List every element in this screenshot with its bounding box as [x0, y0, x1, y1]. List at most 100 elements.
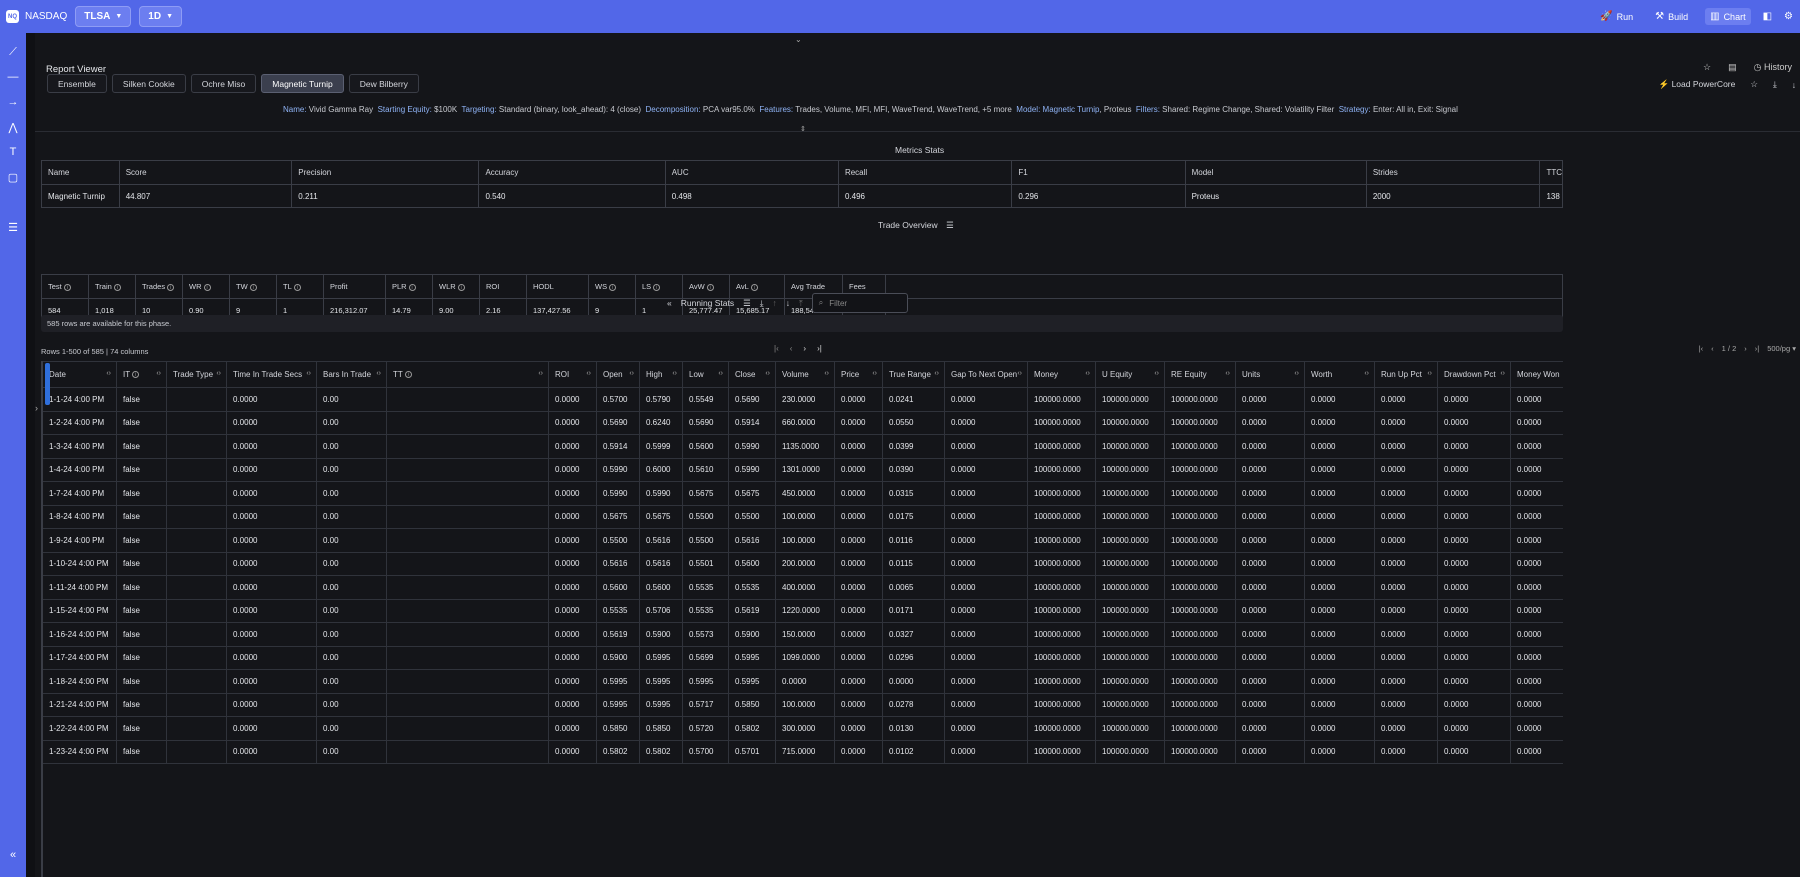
arrow-right-icon[interactable]: →	[6, 95, 20, 109]
tab-ochre-miso[interactable]: Ochre Miso	[190, 74, 257, 93]
table-row[interactable]: 1-21-24 4:00 PM false 0.0000 0.00 0.0000 0.59…	[42, 692, 1563, 717]
column-header[interactable]: Time In Trade Secs ‹›	[226, 361, 317, 388]
info-icon[interactable]: i	[293, 283, 301, 291]
horizontal-line-icon[interactable]: —	[6, 70, 20, 84]
sort-icon[interactable]: ‹›	[306, 370, 311, 377]
column-header[interactable]: Trade Type ‹›	[166, 361, 227, 388]
sort-icon[interactable]: ‹›	[1225, 370, 1230, 377]
prev-page-icon[interactable]: ‹	[1711, 344, 1714, 353]
document-icon[interactable]: ▤	[1728, 62, 1737, 73]
arrow-down-icon[interactable]: ↓	[786, 298, 790, 308]
model-value-link[interactable]: Magnetic Turnip	[1043, 105, 1100, 114]
table-row[interactable]: 1-9-24 4:00 PM false 0.0000 0.00 0.0000 0.550…	[42, 528, 1563, 553]
column-header[interactable]: U Equity ‹›	[1095, 361, 1165, 388]
sort-icon[interactable]: ‹›	[718, 370, 723, 377]
first-page-icon[interactable]: |‹	[774, 344, 779, 353]
column-header[interactable]: IT i ‹›	[116, 361, 167, 388]
column-header[interactable]: Units ‹›	[1235, 361, 1305, 388]
column-header[interactable]: Open ‹›	[596, 361, 640, 388]
sort-icon[interactable]: ‹›	[1017, 370, 1022, 377]
panel-toggle-icon[interactable]: ◧	[1763, 11, 1772, 22]
sliders-icon[interactable]: ☰	[946, 220, 954, 230]
column-header[interactable]: Worth ‹›	[1304, 361, 1375, 388]
table-row[interactable]: 1-11-24 4:00 PM false 0.0000 0.00 0.0000 0.56…	[42, 575, 1563, 600]
history-button[interactable]: ◷ History	[1754, 62, 1792, 73]
info-icon[interactable]: i	[457, 283, 465, 291]
info-icon[interactable]: i	[167, 283, 175, 291]
column-header[interactable]: Low ‹›	[682, 361, 729, 388]
column-header[interactable]: Money Won‹›	[1510, 361, 1563, 388]
column-header[interactable]: Price ‹›	[834, 361, 883, 388]
row-scrollbar[interactable]	[45, 363, 50, 405]
sort-icon[interactable]: ‹›	[872, 370, 877, 377]
tab-dew-bilberry[interactable]: Dew Bilberry	[348, 74, 419, 93]
next-page-icon[interactable]: ›	[1744, 344, 1747, 353]
pattern-icon[interactable]: ⋀	[6, 120, 20, 134]
sort-icon[interactable]: ‹›	[1364, 370, 1369, 377]
star-icon[interactable]: ☆	[1703, 62, 1711, 73]
sort-icon[interactable]: ‹›	[765, 370, 770, 377]
sort-icon[interactable]: ‹›	[824, 370, 829, 377]
column-header[interactable]: Bars In Trade ‹›	[316, 361, 387, 388]
column-header[interactable]: High ‹›	[639, 361, 683, 388]
download-icon[interactable]: ⤓	[1773, 79, 1777, 90]
expand-right-icon[interactable]: ›	[35, 403, 38, 413]
per-page-select[interactable]: 500/pg ▾	[1767, 344, 1796, 353]
column-header[interactable]: Drawdown Pct ‹›	[1437, 361, 1511, 388]
info-icon[interactable]: i	[609, 283, 617, 291]
column-header[interactable]: True Range ‹›	[882, 361, 945, 388]
move-top-icon[interactable]: ⤒	[799, 298, 803, 309]
column-header[interactable]: TT i ‹›	[386, 361, 549, 388]
sort-icon[interactable]: ‹›	[1154, 370, 1159, 377]
table-row[interactable]: 1-10-24 4:00 PM false 0.0000 0.00 0.0000 0.56…	[42, 551, 1563, 576]
info-icon[interactable]: i	[706, 283, 714, 291]
tab-ensemble[interactable]: Ensemble	[47, 74, 107, 93]
chart-button[interactable]: ▥ Chart	[1705, 8, 1751, 25]
info-icon[interactable]: i	[203, 283, 211, 291]
info-icon[interactable]: i	[408, 283, 416, 291]
sort-icon[interactable]: ‹›	[376, 370, 381, 377]
symbol-select[interactable]: TLSA ▼	[75, 6, 132, 27]
info-icon[interactable]: i	[249, 283, 257, 291]
table-row[interactable]: 1-8-24 4:00 PM false 0.0000 0.00 0.0000 0.567…	[42, 504, 1563, 529]
table-row[interactable]: 1-17-24 4:00 PM false 0.0000 0.00 0.0000 0.59…	[42, 645, 1563, 670]
column-header[interactable]: Volume ‹›	[775, 361, 835, 388]
tab-silken-cookie[interactable]: Silken Cookie	[111, 74, 186, 93]
table-row[interactable]: 1-23-24 4:00 PM false 0.0000 0.00 0.0000 0.58…	[42, 739, 1563, 764]
build-button[interactable]: ⚒ Build	[1650, 8, 1693, 25]
column-header[interactable]: RE Equity ‹›	[1164, 361, 1236, 388]
table-row[interactable]: 1-1-24 4:00 PM false 0.0000 0.00 0.0000 0.570…	[42, 387, 1563, 412]
info-icon[interactable]: i	[653, 283, 661, 291]
sort-icon[interactable]: ‹›	[629, 370, 634, 377]
column-header[interactable]: Gap To Next Open ‹›	[944, 361, 1028, 388]
timeframe-select[interactable]: 1D ▼	[139, 6, 183, 27]
table-row[interactable]: 1-22-24 4:00 PM false 0.0000 0.00 0.0000 0.58…	[42, 716, 1563, 741]
table-row[interactable]: 1-2-24 4:00 PM false 0.0000 0.00 0.0000 0.569…	[42, 410, 1563, 435]
column-header[interactable]: Money ‹›	[1027, 361, 1096, 388]
column-header[interactable]: ROI ‹›	[548, 361, 597, 388]
arrow-up-icon[interactable]: ↑	[773, 298, 777, 308]
last-page-icon[interactable]: ›|	[817, 344, 822, 353]
sliders-icon[interactable]: ☰	[743, 298, 751, 309]
table-row[interactable]: 1-4-24 4:00 PM false 0.0000 0.00 0.0000 0.599…	[42, 457, 1563, 482]
resize-handle-icon[interactable]: ⇕	[800, 125, 806, 133]
filter-input[interactable]: ⌕ Filter	[811, 293, 908, 313]
run-button[interactable]: 🚀 Run	[1595, 8, 1638, 25]
table-row[interactable]: 1-3-24 4:00 PM false 0.0000 0.00 0.0000 0.591…	[42, 434, 1563, 459]
gear-icon[interactable]: ⚙	[1784, 11, 1793, 22]
sort-icon[interactable]: ‹›	[1500, 370, 1505, 377]
sliders-icon[interactable]: ☰	[6, 220, 20, 234]
load-powercore-button[interactable]: ⚡ Load PowerCore	[1659, 79, 1736, 90]
info-icon[interactable]: i	[63, 283, 71, 291]
info-icon[interactable]: i	[132, 371, 140, 379]
table-row[interactable]: 1-15-24 4:00 PM false 0.0000 0.00 0.0000 0.55…	[42, 598, 1563, 623]
trend-line-icon[interactable]: ⟋	[6, 45, 20, 59]
collapse-double-left-icon[interactable]: «	[667, 298, 672, 308]
sort-icon[interactable]: ‹›	[1294, 370, 1299, 377]
sort-icon[interactable]: ‹›	[1427, 370, 1432, 377]
arrow-down-icon[interactable]: ↓	[1792, 80, 1796, 90]
sort-icon[interactable]: ‹›	[672, 370, 677, 377]
prev-page-icon[interactable]: ‹	[790, 344, 793, 353]
table-row[interactable]: 1-7-24 4:00 PM false 0.0000 0.00 0.0000 0.599…	[42, 481, 1563, 506]
first-page-icon[interactable]: |‹	[1699, 344, 1703, 353]
